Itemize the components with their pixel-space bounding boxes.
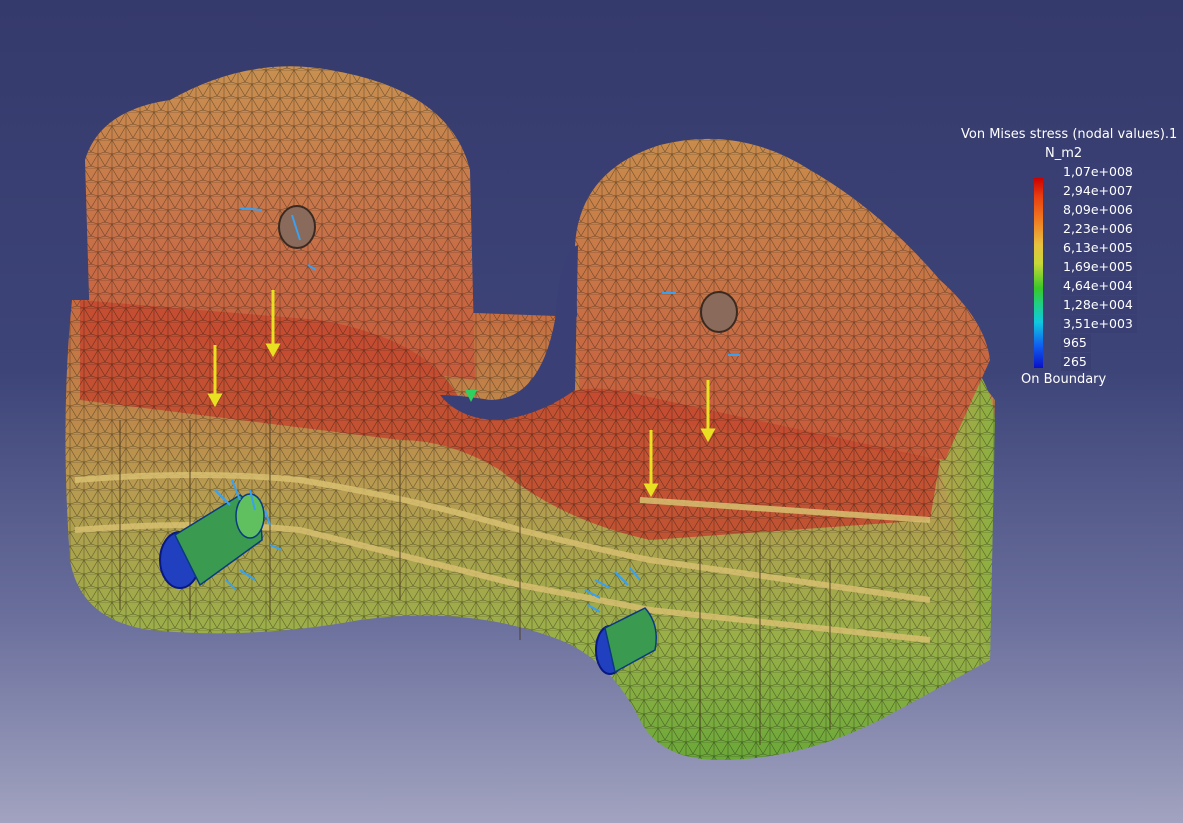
legend-footer: On Boundary bbox=[1021, 372, 1107, 387]
legend-value-0: 1,07e+008 bbox=[1061, 163, 1137, 181]
legend-value-4: 6,13e+005 bbox=[1061, 239, 1137, 257]
legend-value-3: 2,23e+006 bbox=[1061, 220, 1137, 238]
legend-value-2: 8,09e+006 bbox=[1061, 201, 1137, 219]
legend-value-8: 3,51e+003 bbox=[1061, 315, 1137, 333]
legend-value-1: 2,94e+007 bbox=[1061, 182, 1137, 200]
3d-viewport[interactable] bbox=[0, 0, 1183, 823]
right-pin-hole bbox=[700, 291, 738, 333]
stress-legend[interactable]: Von Mises stress (nodal values).1 N_m2 1… bbox=[955, 126, 1177, 396]
legend-value-7: 1,28e+004 bbox=[1061, 296, 1137, 314]
legend-value-9: 965 bbox=[1061, 334, 1091, 352]
legend-value-10: 265 bbox=[1061, 353, 1091, 371]
legend-value-6: 4,64e+004 bbox=[1061, 277, 1137, 295]
fea-model-view[interactable] bbox=[0, 0, 1183, 823]
legend-value-5: 1,69e+005 bbox=[1061, 258, 1137, 276]
legend-title: Von Mises stress (nodal values).1 bbox=[961, 127, 1178, 142]
left-pin-hole bbox=[278, 205, 316, 249]
legend-unit: N_m2 bbox=[1045, 146, 1083, 161]
color-scale-bar bbox=[1034, 178, 1043, 368]
